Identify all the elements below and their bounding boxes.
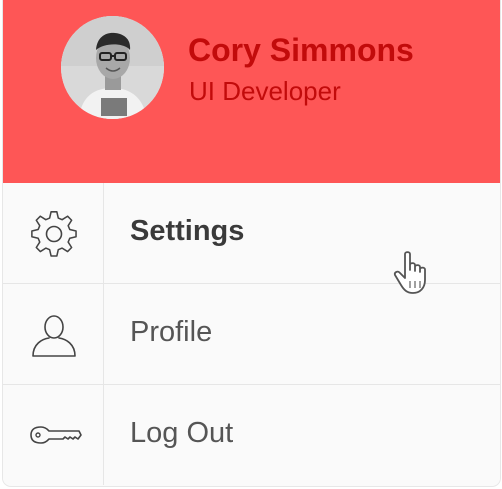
menu-item-icon-cell	[3, 385, 104, 485]
person-icon	[32, 315, 76, 357]
gear-icon	[31, 211, 77, 257]
profile-header: Cory Simmons UI Developer	[3, 0, 500, 183]
menu-item-label: Log Out	[130, 417, 234, 449]
menu-item-label: Profile	[130, 316, 213, 348]
menu-item-icon-cell	[3, 183, 104, 283]
profile-menu-card: Cory Simmons UI Developer Settings Profi…	[3, 0, 500, 486]
menu-list: Settings Profile Log Out	[3, 183, 500, 486]
menu-item-icon-cell	[3, 284, 104, 384]
menu-item-label: Settings	[130, 215, 245, 247]
hand-pointer-icon	[393, 250, 437, 301]
profile-role: UI Developer	[189, 76, 341, 106]
avatar[interactable]	[61, 16, 164, 119]
menu-item-log-out[interactable]: Log Out	[3, 385, 500, 485]
profile-name: Cory Simmons	[188, 32, 414, 68]
avatar-photo	[61, 16, 164, 119]
key-icon	[30, 426, 82, 444]
